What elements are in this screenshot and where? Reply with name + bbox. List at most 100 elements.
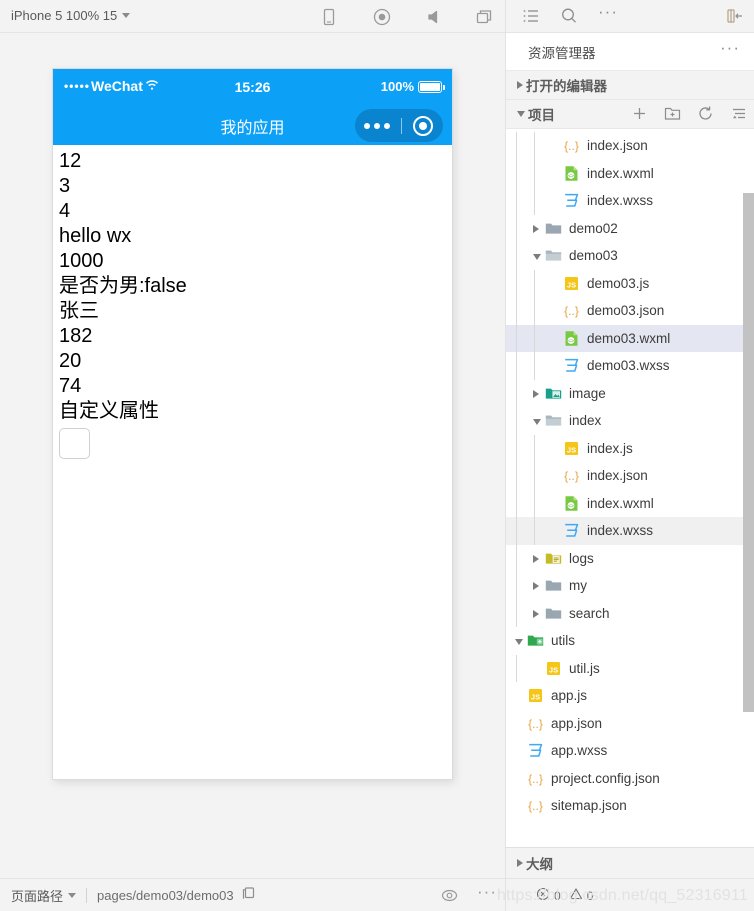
menu-dots-icon[interactable] — [361, 122, 390, 129]
tree-item-index-json[interactable]: {..} index.json — [506, 132, 754, 160]
chevron-down-icon — [68, 892, 77, 898]
simulator-status-bar: 页面路径 pages/demo03/demo03 ··· — [0, 878, 505, 911]
chevron-down-icon[interactable] — [530, 413, 544, 428]
mute-icon[interactable] — [424, 6, 446, 28]
tree-item-demo03-wxss[interactable]: demo03.wxss — [506, 352, 754, 380]
record-icon[interactable] — [371, 6, 393, 28]
copy-icon[interactable] — [241, 885, 256, 905]
target-circle-icon[interactable] — [413, 115, 434, 136]
tree-item-index-js[interactable]: JS index.js — [506, 434, 754, 462]
file-tree[interactable]: {..} index.json <> index.wxml index.wxss demo… — [506, 132, 754, 844]
tree-item-index-wxss[interactable]: index.wxss — [506, 187, 754, 215]
wxss-file-icon — [562, 521, 581, 540]
tree-item-util-js[interactable]: JS util.js — [506, 654, 754, 682]
svg-text:<>: <> — [568, 173, 574, 179]
tree-item-sitemap-json[interactable]: {..} sitemap.json — [506, 792, 754, 820]
json-file-icon: {..} — [526, 796, 545, 815]
tree-item-my[interactable]: my — [506, 572, 754, 600]
wechat-capsule-button[interactable] — [355, 109, 443, 142]
chevron-down-icon[interactable] — [512, 633, 526, 648]
chevron-right-icon[interactable] — [530, 386, 544, 401]
section-project-label: 项目 — [528, 108, 555, 123]
more-icon[interactable]: ··· — [598, 2, 618, 22]
tree-item-label: demo03.wxss — [587, 358, 670, 374]
chevron-right-icon[interactable] — [530, 606, 544, 621]
svg-text:<>: <> — [568, 338, 574, 344]
explorer-title: 资源管理器 — [528, 45, 596, 61]
indent-guide — [534, 517, 535, 545]
tree-item-label: index.json — [587, 468, 648, 484]
chevron-right-icon[interactable] — [530, 551, 544, 566]
tree-item-index[interactable]: index — [506, 407, 754, 435]
search-icon[interactable] — [559, 6, 579, 29]
indent-guide — [534, 352, 535, 380]
error-icon — [536, 887, 550, 904]
indent-guide — [516, 462, 517, 490]
new-folder-icon[interactable] — [663, 104, 682, 126]
tree-item-image[interactable]: image — [506, 379, 754, 407]
explorer-status-bar: 0 0 — [506, 878, 754, 911]
more-options-icon[interactable]: ··· — [477, 882, 497, 902]
tree-item-index-wxss[interactable]: index.wxss — [506, 517, 754, 545]
indent-guide — [516, 599, 517, 627]
tree-item-index-json[interactable]: {..} index.json — [506, 462, 754, 490]
chevron-right-icon[interactable] — [530, 578, 544, 593]
tree-item-demo03[interactable]: demo03 — [506, 242, 754, 270]
multi-window-icon[interactable] — [473, 6, 495, 28]
section-project[interactable]: 项目 — [506, 100, 754, 129]
battery-percent-label: 100% — [380, 79, 414, 94]
tree-item-label: demo03.json — [587, 303, 665, 319]
svg-text:<>: <> — [568, 503, 574, 509]
file-tree-scrollbar[interactable] — [743, 193, 754, 712]
indent-guide — [516, 297, 517, 325]
section-outline[interactable]: 大纲 — [506, 847, 754, 878]
collapse-sidebar-icon[interactable] — [725, 6, 745, 29]
tree-item-app-json[interactable]: {..} app.json — [506, 710, 754, 738]
chevron-right-icon[interactable] — [530, 221, 544, 236]
tree-item-app-js[interactable]: JS app.js — [506, 682, 754, 710]
capsule-divider — [400, 117, 402, 134]
list-icon[interactable] — [521, 6, 541, 29]
device-icon[interactable] — [318, 6, 340, 28]
js-file-icon: JS — [562, 439, 581, 458]
preview-eye-icon[interactable] — [440, 887, 459, 909]
section-open-editors[interactable]: 打开的编辑器 — [506, 71, 754, 100]
new-file-icon[interactable] — [630, 104, 649, 126]
content-line: 4 — [59, 200, 71, 222]
tree-item-search[interactable]: search — [506, 599, 754, 627]
collapse-all-icon[interactable] — [729, 104, 748, 126]
tree-item-label: demo02 — [569, 220, 618, 236]
phone-content: 12 3 4 hello wx 1000 是否为男:false 张三 182 2… — [53, 145, 452, 459]
page-path-selector[interactable]: 页面路径 — [11, 886, 77, 905]
refresh-icon[interactable] — [696, 104, 715, 126]
tree-item-demo03-json[interactable]: {..} demo03.json — [506, 297, 754, 325]
chevron-down-icon — [122, 13, 131, 18]
folder-icon — [544, 604, 563, 623]
chevron-down-icon[interactable] — [530, 248, 544, 263]
explorer-pane: ··· 资源管理器 ··· 打开的编辑器 项目 {..} index.json … — [506, 0, 754, 911]
json-file-icon: {..} — [562, 466, 581, 485]
tree-item-demo03-js[interactable]: JS demo03.js — [506, 269, 754, 297]
tree-item-label: index — [569, 413, 602, 429]
tree-item-logs[interactable]: logs — [506, 544, 754, 572]
device-selector[interactable]: iPhone 5 100% 15 — [11, 8, 131, 23]
indent-guide — [534, 187, 535, 215]
indent-guide — [534, 132, 535, 160]
tree-item-label: demo03 — [569, 248, 618, 264]
tree-item-demo03-wxml[interactable]: <> demo03.wxml — [506, 324, 754, 352]
tree-item-utils[interactable]: utils — [506, 627, 754, 655]
tree-item-label: app.json — [551, 715, 603, 731]
phone-frame: ••••• WeChat 15:26 100% 我的应用 12 3 4 hell… — [52, 68, 453, 780]
tree-item-index-wxml[interactable]: <> index.wxml — [506, 159, 754, 187]
indent-guide — [516, 489, 517, 517]
tree-item-label: sitemap.json — [551, 798, 627, 814]
tree-item-app-wxss[interactable]: app.wxss — [506, 737, 754, 765]
tree-item-label: app.wxss — [551, 743, 608, 759]
tree-item-demo02[interactable]: demo02 — [506, 214, 754, 242]
explorer-more-icon[interactable]: ··· — [720, 38, 740, 58]
diagnostics-indicator[interactable]: 0 0 — [536, 887, 593, 904]
tree-item-index-wxml[interactable]: <> index.wxml — [506, 489, 754, 517]
empty-box-element[interactable] — [59, 428, 90, 459]
tree-item-project-config-json[interactable]: {..} project.config.json — [506, 765, 754, 793]
wxss-file-icon — [562, 356, 581, 375]
